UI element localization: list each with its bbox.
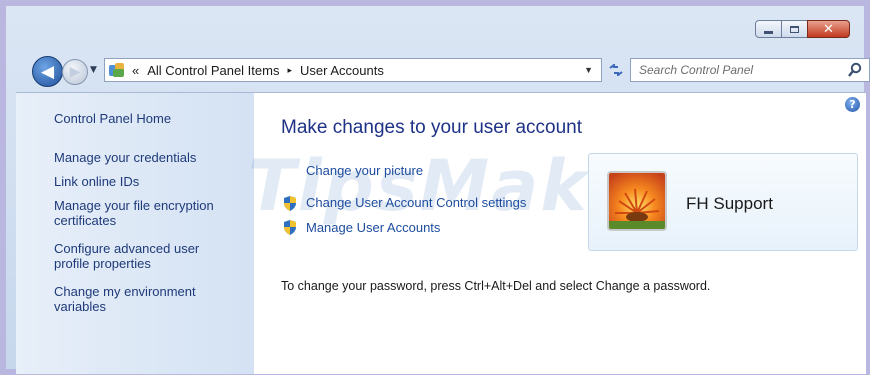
content-area: Control Panel Home Manage your credentia… xyxy=(16,92,866,374)
watermark: TipsMake xyxy=(248,145,636,227)
avatar[interactable] xyxy=(607,171,667,231)
refresh-icon xyxy=(609,64,623,76)
refresh-button[interactable] xyxy=(604,58,628,82)
password-instruction: To change your password, press Ctrl+Alt+… xyxy=(281,279,711,293)
user-name: FH Support xyxy=(686,194,773,213)
search-input[interactable] xyxy=(637,62,841,78)
change-uac-settings-link[interactable]: Change User Account Control settings xyxy=(306,195,526,210)
breadcrumb-separator-icon[interactable]: ▸ xyxy=(287,65,292,76)
close-button[interactable]: ✕ xyxy=(807,20,850,38)
maximize-icon xyxy=(790,25,799,33)
uac-shield-icon xyxy=(284,196,296,211)
back-arrow-icon: ◀ xyxy=(40,61,55,82)
breadcrumb-all-control-panel-items[interactable]: All Control Panel Items xyxy=(147,63,279,78)
caption-buttons: ✕ xyxy=(755,20,850,38)
change-picture-link[interactable]: Change your picture xyxy=(306,163,423,178)
search-box xyxy=(630,58,870,82)
flower-picture-icon xyxy=(609,173,665,229)
sidebar-item-link-online-ids[interactable]: Link online IDs xyxy=(54,174,244,189)
address-bar[interactable]: « All Control Panel Items ▸ User Account… xyxy=(104,58,602,82)
forward-arrow-icon: ▶ xyxy=(69,64,81,80)
forward-button[interactable]: ▶ xyxy=(62,59,88,85)
address-dropdown-icon[interactable]: ▼ xyxy=(584,65,593,75)
minimize-button[interactable] xyxy=(755,20,782,38)
maximize-button[interactable] xyxy=(781,20,808,38)
uac-shield-icon xyxy=(284,220,296,235)
help-icon[interactable]: ? xyxy=(845,97,860,112)
sidebar-item-advanced-profile-properties[interactable]: Configure advanced user profile properti… xyxy=(54,241,214,271)
recent-pages-dropdown[interactable]: ▼ xyxy=(90,65,97,75)
user-account-card: FH Support xyxy=(588,153,858,251)
close-icon: ✕ xyxy=(823,21,834,37)
back-button[interactable]: ◀ xyxy=(32,56,63,87)
sidebar-item-environment-variables[interactable]: Change my environment variables xyxy=(54,284,219,314)
breadcrumb-user-accounts[interactable]: User Accounts xyxy=(300,63,384,78)
manage-user-accounts-link[interactable]: Manage User Accounts xyxy=(306,220,440,235)
page-title: Make changes to your user account xyxy=(281,117,583,138)
user-accounts-icon xyxy=(109,62,126,78)
search-icon[interactable] xyxy=(847,62,863,78)
sidebar-item-manage-credentials[interactable]: Manage your credentials xyxy=(54,150,244,165)
task-pane: Control Panel Home Manage your credentia… xyxy=(16,93,254,374)
sidebar-item-file-encryption-certificates[interactable]: Manage your file encryption certificates xyxy=(54,198,234,228)
address-overflow-chevron[interactable]: « xyxy=(132,63,139,78)
explorer-window: ✕ ◀ ▶ ▼ « All Control Panel Items ▸ User… xyxy=(0,0,870,375)
minimize-icon xyxy=(764,30,773,34)
navigation-bar: ◀ ▶ ▼ « All Control Panel Items ▸ User A… xyxy=(24,52,870,88)
sidebar-item-control-panel-home[interactable]: Control Panel Home xyxy=(54,111,244,126)
